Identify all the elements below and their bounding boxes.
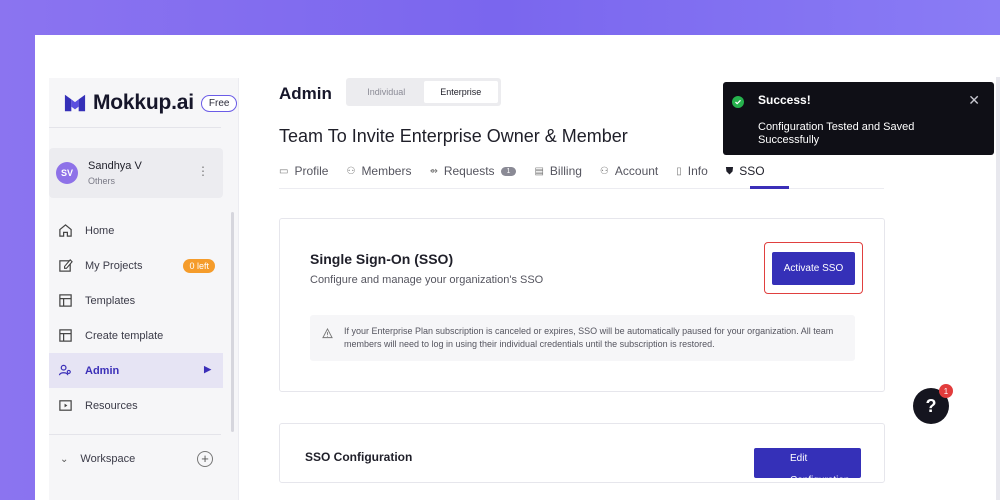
user-card[interactable]: SV Sandhya V Others ⋮: [49, 148, 223, 198]
sso-config-card: SSO Configuration Edit Configuration: [279, 423, 885, 483]
tab-account[interactable]: ⚇ Account: [600, 161, 658, 181]
sidebar-item-label: My Projects: [85, 259, 143, 272]
requests-icon: ⇴: [429, 165, 438, 177]
workspace-label: Workspace: [80, 453, 136, 465]
info-icon: ▯: [676, 165, 682, 177]
play-icon: [57, 398, 73, 414]
sidebar-item-home[interactable]: Home: [49, 213, 223, 248]
page-scrollbar[interactable]: [996, 77, 1000, 500]
plan-badge: Free: [200, 94, 238, 112]
sidebar-nav: Home My Projects 0 left Templates Create…: [49, 213, 223, 423]
toast-title: Success!: [758, 93, 811, 107]
close-icon[interactable]: ✕: [968, 92, 980, 109]
brand-name: Mokkup.ai: [93, 91, 194, 114]
tab-label: Info: [687, 164, 708, 178]
chevron-down-icon: ⌄: [60, 453, 69, 465]
template-icon: [57, 328, 73, 344]
sso-subtitle: Configure and manage your organization's…: [310, 274, 544, 286]
add-workspace-icon[interactable]: +: [197, 451, 213, 467]
tab-sso[interactable]: ⛊ SSO: [726, 161, 765, 181]
user-role: Others: [88, 176, 116, 186]
requests-count-badge: 1: [500, 166, 517, 176]
sidebar-item-templates[interactable]: Templates: [49, 283, 223, 318]
template-icon: [57, 293, 73, 309]
admin-tabs: ▭ Profile ⚇ Members ⇴ Requests 1 ▤ Billing ⚇ A…: [279, 161, 783, 187]
warning-icon: [322, 326, 334, 344]
active-tab-indicator: [750, 186, 789, 189]
sidebar-item-label: Resources: [85, 399, 138, 412]
sidebar-item-admin[interactable]: Admin ▶: [49, 353, 223, 388]
edit-icon: [57, 258, 73, 274]
billing-icon: ▤: [534, 165, 544, 177]
user-name: Sandhya V: [88, 160, 142, 172]
users-icon: [57, 363, 73, 379]
toast-message: Configuration Tested and Saved Successfu…: [758, 121, 915, 146]
edit-configuration-button[interactable]: Edit Configuration: [754, 448, 861, 478]
tab-label: Members: [361, 164, 412, 178]
tab-info[interactable]: ▯ Info: [676, 161, 708, 181]
mokkup-logo-icon: [64, 94, 86, 112]
sidebar-item-label: Home: [85, 224, 115, 237]
sso-card: Single Sign-On (SSO) Configure and manag…: [279, 218, 885, 392]
sidebar-item-resources[interactable]: Resources: [49, 388, 223, 423]
toggle-individual[interactable]: Individual: [349, 81, 424, 103]
workspace-section[interactable]: ⌄ Workspace +: [49, 446, 221, 472]
section-heading: Team To Invite Enterprise Owner & Member: [279, 126, 628, 146]
tab-label: Account: [614, 164, 659, 178]
profile-icon: ▭: [279, 165, 289, 177]
tab-label: Profile: [294, 164, 329, 178]
tab-label: Requests: [443, 164, 495, 178]
sidebar-item-label: Create template: [85, 329, 164, 342]
success-toast: Success! ✕ Configuration Tested and Save…: [723, 82, 994, 155]
check-circle-icon: [732, 96, 744, 108]
tab-requests[interactable]: ⇴ Requests 1: [429, 161, 517, 181]
sidebar-item-create-template[interactable]: Create template: [49, 318, 223, 353]
kebab-icon[interactable]: ⋮: [197, 164, 209, 178]
avatar: SV: [56, 162, 78, 184]
activate-sso-button[interactable]: Activate SSO: [772, 252, 855, 285]
notice-text: If your Enterprise Plan subscription is …: [343, 326, 834, 349]
divider: [49, 127, 221, 128]
account-icon: ⚇: [599, 165, 609, 177]
tab-billing[interactable]: ▤ Billing: [534, 161, 581, 181]
sso-config-title: SSO Configuration: [305, 450, 413, 464]
tab-members[interactable]: ⚇ Members: [346, 161, 411, 181]
home-icon: [57, 223, 73, 239]
sidebar-item-my-projects[interactable]: My Projects 0 left: [49, 248, 223, 283]
tabs-divider: [279, 188, 884, 189]
sidebar-scrollbar[interactable]: [231, 212, 234, 432]
brand-logo[interactable]: Mokkup.ai Free: [64, 91, 238, 115]
projects-left-badge: 0 left: [183, 259, 215, 273]
sidebar-item-label: Admin: [85, 364, 120, 377]
shield-icon: ⛊: [725, 165, 734, 177]
plan-toggle: Individual Enterprise: [346, 78, 501, 106]
toggle-enterprise[interactable]: Enterprise: [423, 81, 498, 103]
tab-label: SSO: [739, 164, 765, 178]
page-title: Admin: [279, 84, 332, 103]
tab-label: Billing: [549, 164, 582, 178]
help-notification-badge: 1: [939, 384, 953, 398]
divider: [49, 434, 221, 435]
members-icon: ⚇: [346, 165, 356, 177]
sso-title: Single Sign-On (SSO): [310, 251, 454, 267]
sidebar: Mokkup.ai Free SV Sandhya V Others ⋮ Hom…: [49, 78, 239, 500]
caret-right-icon: ▶: [204, 364, 211, 374]
tab-profile[interactable]: ▭ Profile: [279, 161, 328, 181]
sidebar-item-label: Templates: [85, 294, 136, 307]
subscription-notice: If your Enterprise Plan subscription is …: [310, 315, 855, 361]
